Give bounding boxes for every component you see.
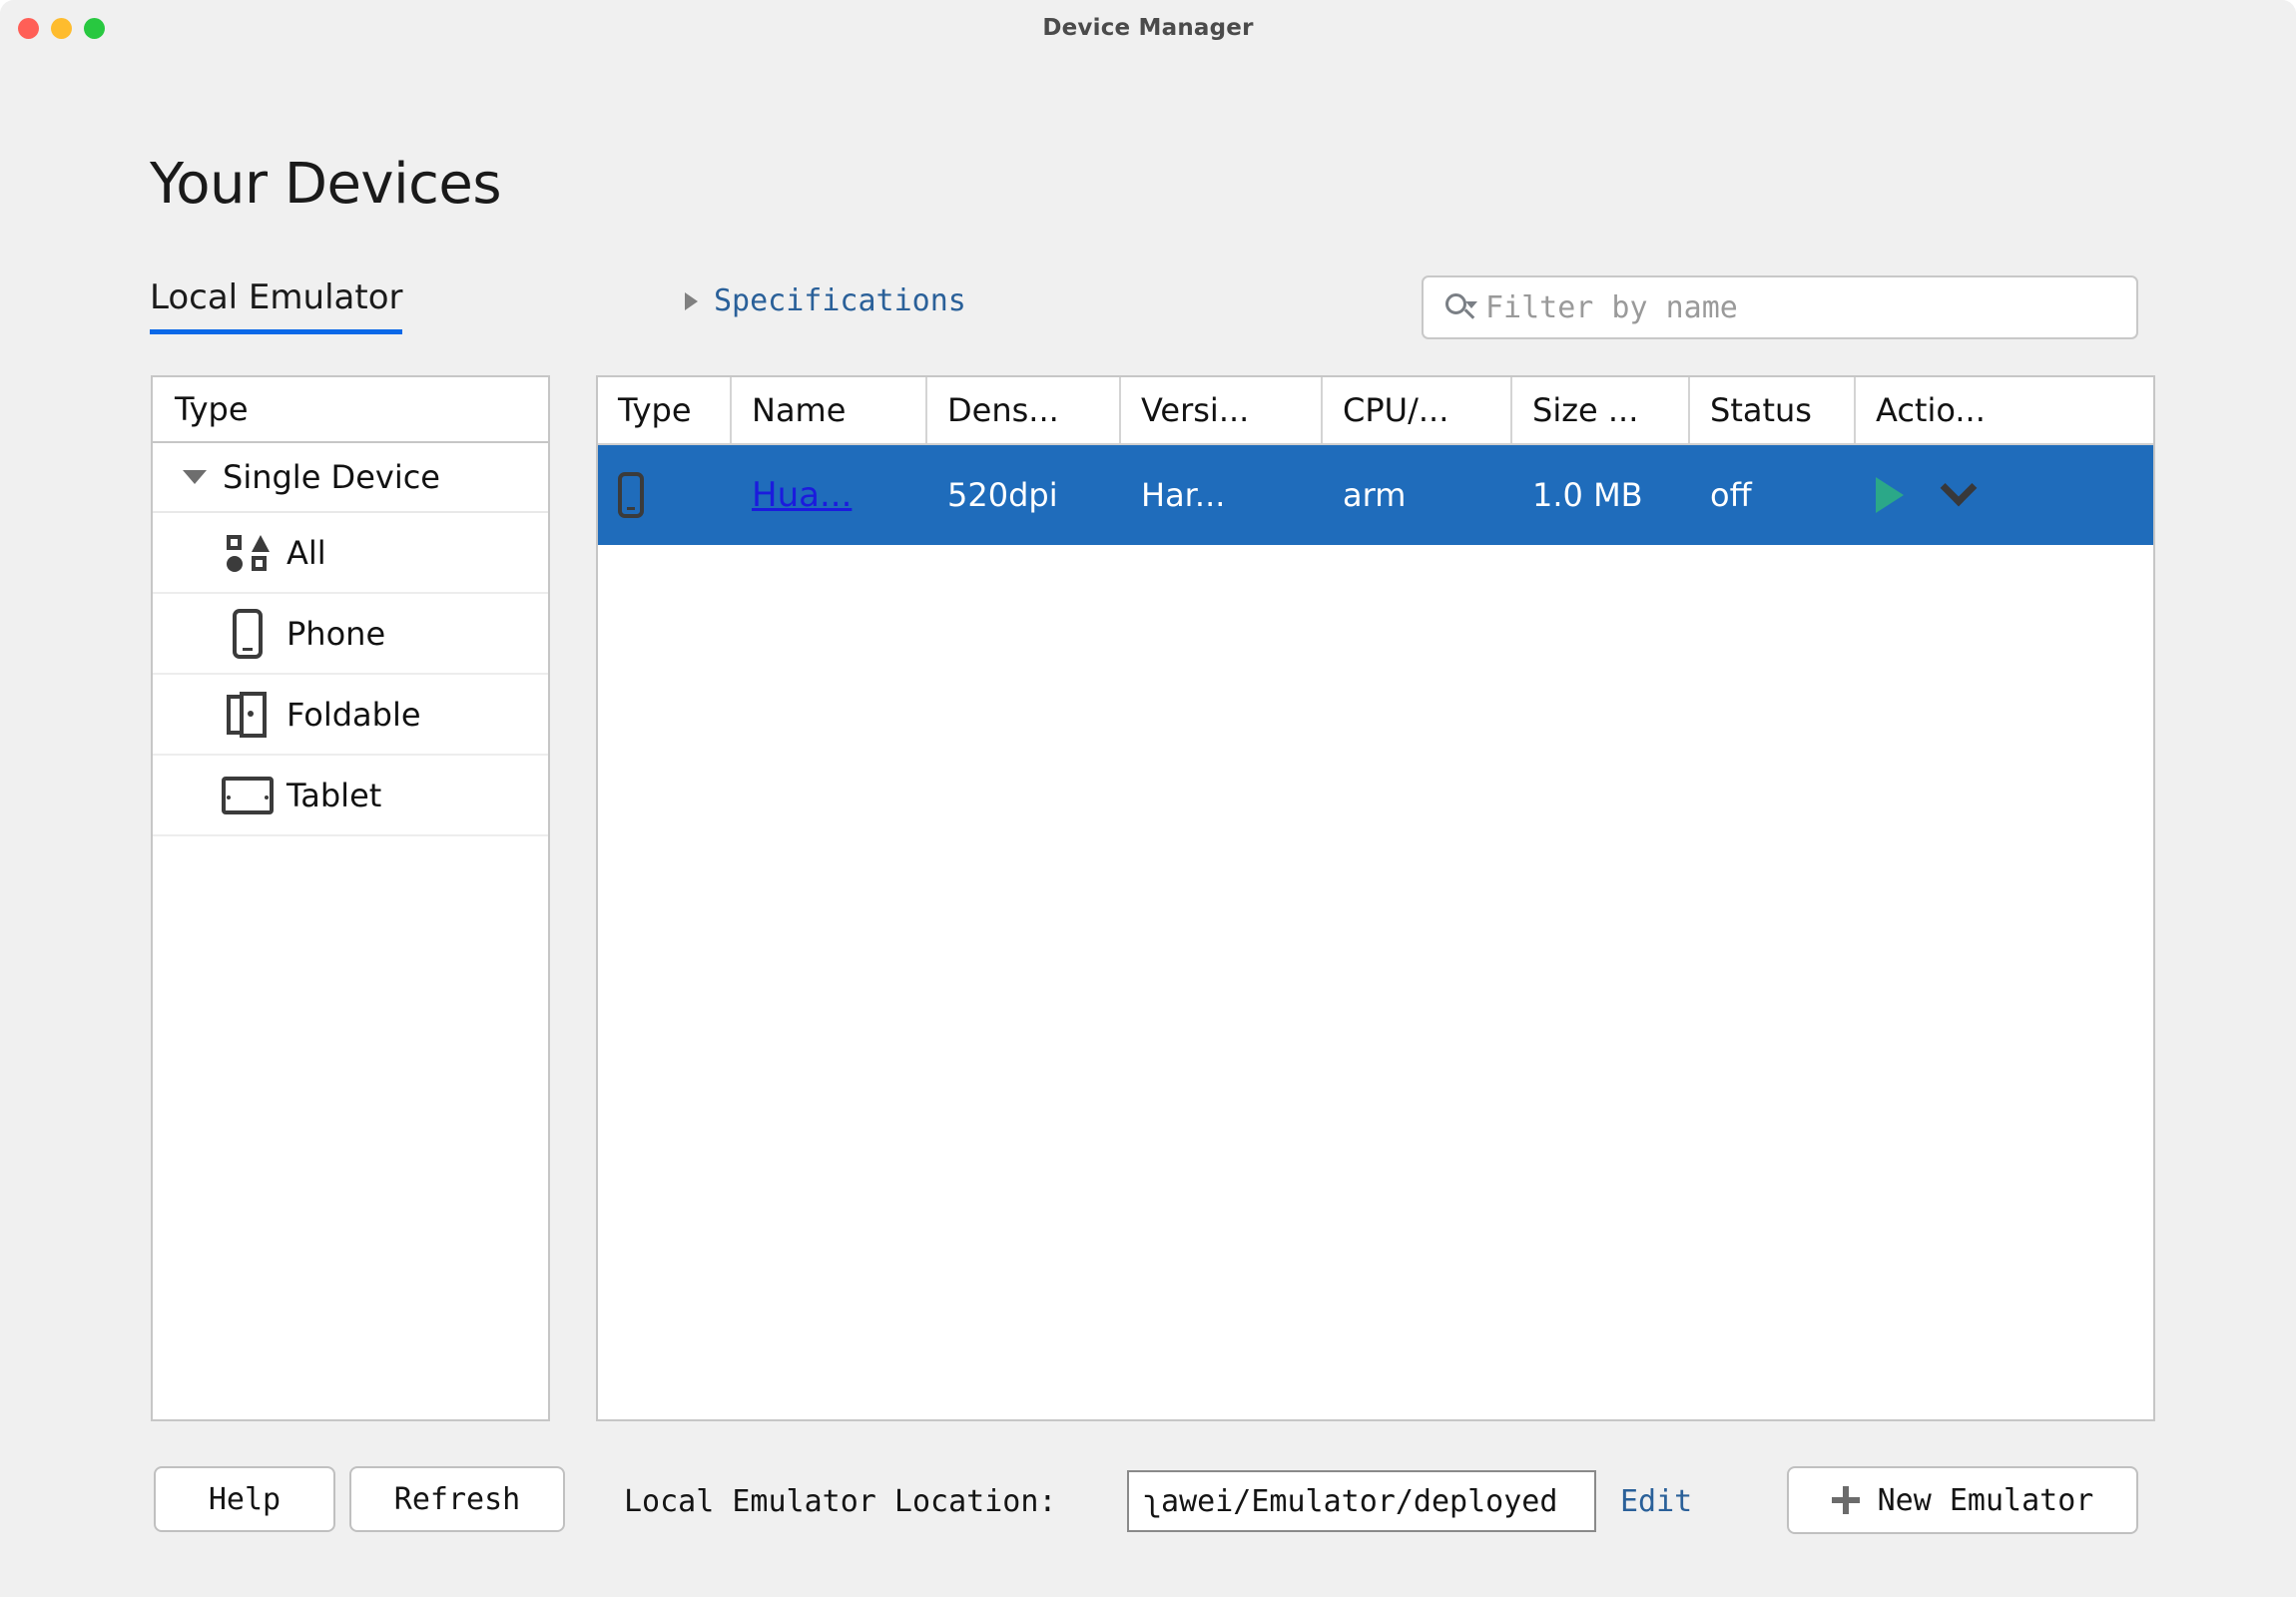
table-header-row: Type Name Dens... Versi... CPU/... Size … — [598, 377, 2153, 445]
column-header-cpu[interactable]: CPU/... — [1323, 377, 1512, 443]
cell-type — [598, 472, 732, 518]
new-emulator-button[interactable]: New Emulator — [1787, 1466, 2138, 1534]
cell-status: off — [1690, 476, 1856, 514]
location-value: ʅawei/Emulator/deployed — [1143, 1484, 1557, 1519]
cell-density: 520dpi — [927, 476, 1121, 514]
traffic-lights — [18, 18, 105, 39]
sidebar-item-phone-label: Phone — [287, 615, 385, 653]
tree-group-label: Single Device — [223, 458, 440, 496]
chevron-down-icon[interactable] — [183, 470, 207, 484]
column-header-size[interactable]: Size ... — [1512, 377, 1690, 443]
devices-table: Type Name Dens... Versi... CPU/... Size … — [596, 375, 2155, 1421]
plus-icon — [1832, 1486, 1860, 1514]
sidebar-item-foldable-label: Foldable — [287, 696, 421, 734]
column-header-actions[interactable]: Actio... — [1856, 377, 2153, 443]
play-icon[interactable] — [1876, 477, 1904, 513]
type-filter-panel: Type Single Device All Phone Foldable — [151, 375, 550, 1421]
new-emulator-label: New Emulator — [1878, 1483, 2094, 1518]
cell-cpu: arm — [1323, 476, 1512, 514]
column-header-status[interactable]: Status — [1690, 377, 1856, 443]
zoom-window-button[interactable] — [84, 18, 105, 39]
column-header-density[interactable]: Dens... — [927, 377, 1121, 443]
column-header-type[interactable]: Type — [598, 377, 732, 443]
chevron-down-icon[interactable] — [1941, 477, 1978, 506]
cell-size: 1.0 MB — [1512, 476, 1690, 514]
sidebar-item-phone[interactable]: Phone — [153, 594, 548, 675]
triangle-right-icon — [685, 292, 698, 310]
minimize-window-button[interactable] — [51, 18, 72, 39]
device-name-link[interactable]: Hua... — [752, 475, 852, 515]
tab-local-emulator-label: Local Emulator — [150, 277, 402, 317]
search-icon — [1443, 290, 1477, 324]
phone-icon — [618, 472, 644, 518]
search-input[interactable] — [1485, 290, 2104, 325]
title-bar: Device Manager — [0, 0, 2296, 56]
sidebar-item-all-label: All — [287, 534, 326, 572]
foldable-icon — [209, 692, 287, 738]
table-row[interactable]: Hua... 520dpi Har... arm 1.0 MB off — [598, 445, 2153, 545]
column-header-name[interactable]: Name — [732, 377, 927, 443]
specifications-toggle[interactable]: Specifications — [685, 283, 966, 318]
toolbar: Local Emulator Specifications — [150, 277, 2156, 339]
sidebar-item-all[interactable]: All — [153, 513, 548, 594]
column-header-version[interactable]: Versi... — [1121, 377, 1323, 443]
type-panel-header: Type — [153, 377, 548, 443]
shapes-icon — [209, 535, 287, 571]
location-label: Local Emulator Location: — [624, 1484, 1056, 1519]
help-button[interactable]: Help — [154, 1466, 335, 1532]
tablet-icon — [209, 777, 287, 814]
sidebar-item-foldable[interactable]: Foldable — [153, 675, 548, 756]
tab-local-emulator[interactable]: Local Emulator — [150, 277, 402, 334]
page-title: Your Devices — [150, 152, 501, 217]
cell-actions — [1856, 477, 2153, 513]
specifications-label: Specifications — [714, 283, 966, 318]
tree-group-single-device[interactable]: Single Device — [153, 443, 548, 513]
refresh-button[interactable]: Refresh — [349, 1466, 565, 1532]
filter-field[interactable] — [1422, 275, 2138, 339]
location-field[interactable]: ʅawei/Emulator/deployed — [1127, 1470, 1596, 1532]
phone-icon — [209, 609, 287, 659]
window-title: Device Manager — [1042, 15, 1253, 41]
sidebar-item-tablet[interactable]: Tablet — [153, 756, 548, 836]
cell-name: Hua... — [732, 475, 927, 515]
edit-location-link[interactable]: Edit — [1620, 1484, 1692, 1519]
close-window-button[interactable] — [18, 18, 39, 39]
device-manager-window: Device Manager Your Devices Local Emulat… — [0, 0, 2296, 1597]
sidebar-item-tablet-label: Tablet — [287, 777, 381, 814]
cell-version: Har... — [1121, 476, 1323, 514]
